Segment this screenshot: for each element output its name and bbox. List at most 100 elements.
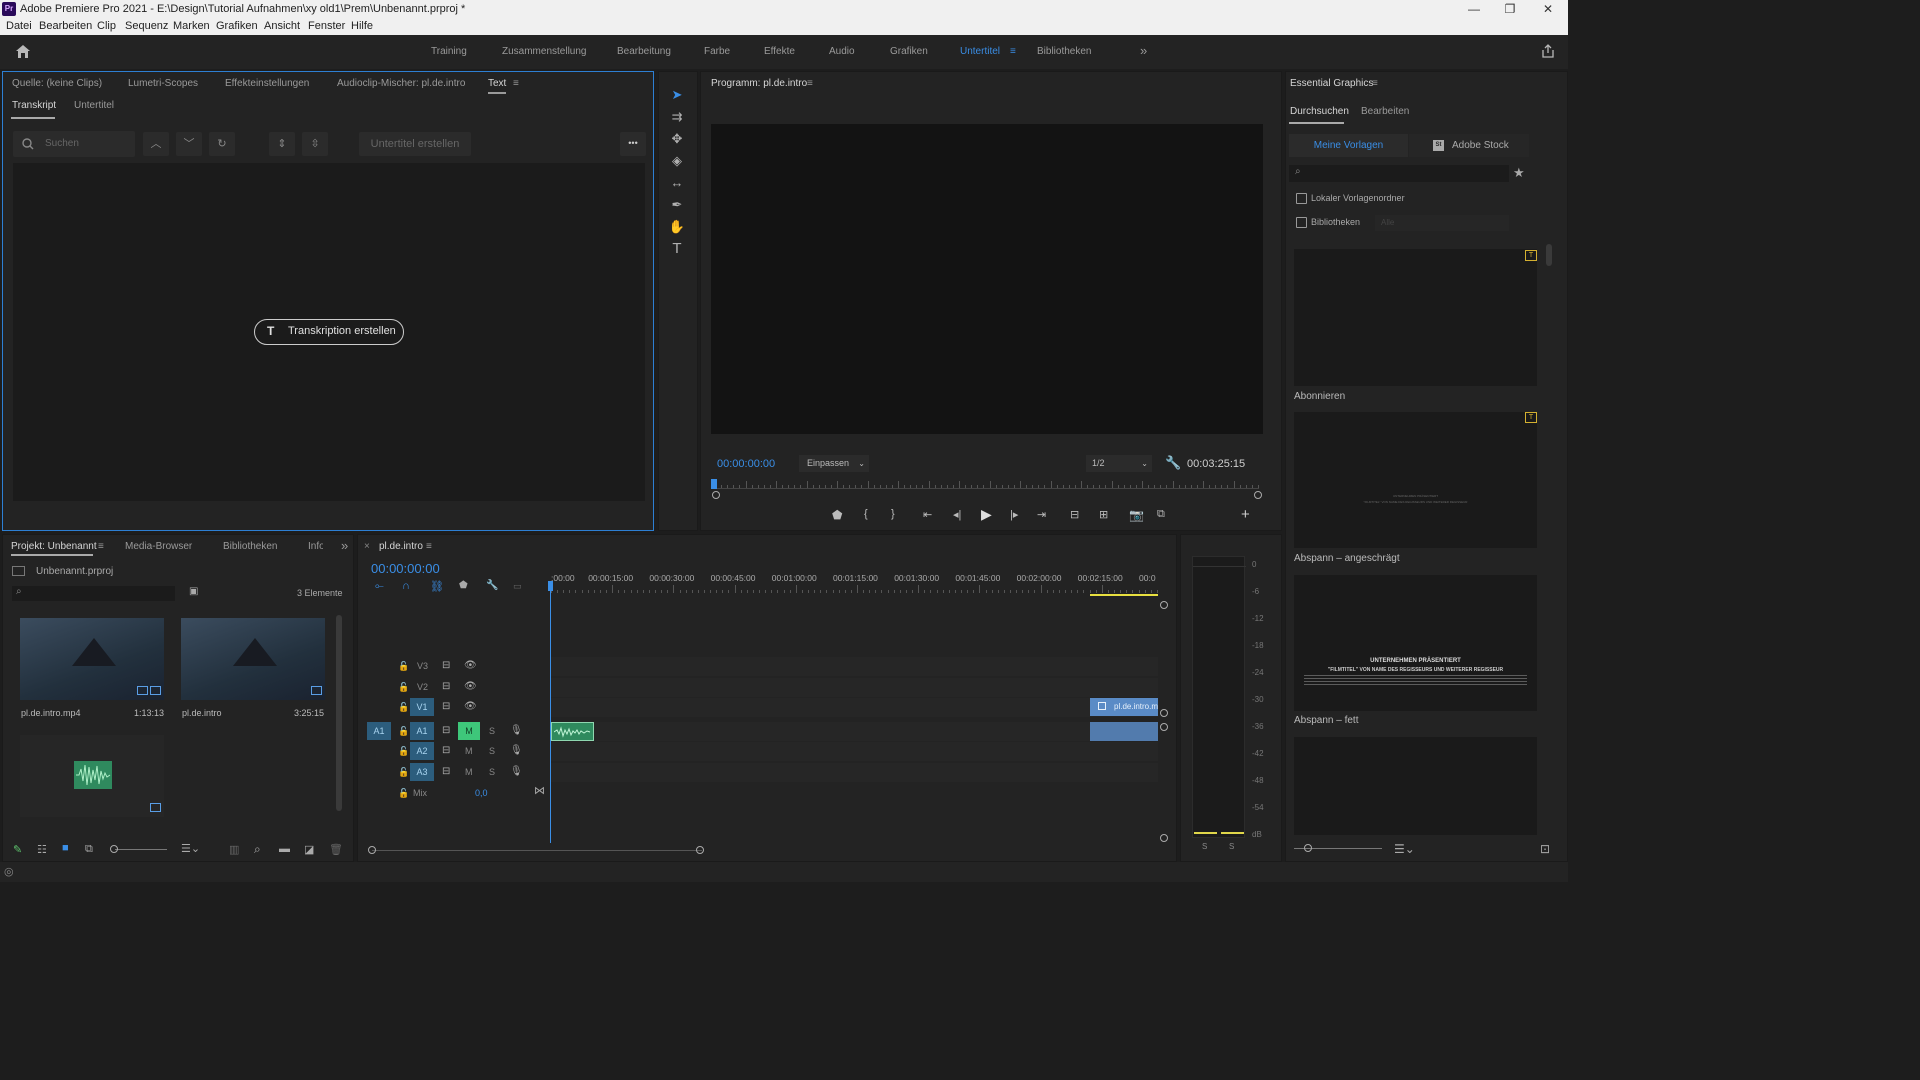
program-menu-icon[interactable]: ≡: [807, 78, 813, 89]
lock-icon[interactable]: 🔓: [398, 788, 409, 799]
search-box[interactable]: Suchen: [13, 131, 135, 157]
menu-grafiken[interactable]: Grafiken: [216, 20, 258, 32]
libraries-select[interactable]: Alle: [1375, 215, 1509, 231]
tab-media-browser[interactable]: Media-Browser: [125, 541, 192, 552]
menu-hilfe[interactable]: Hilfe: [351, 20, 373, 32]
tab-text[interactable]: Text: [488, 78, 507, 94]
subtab-untertitel[interactable]: Untertitel: [74, 100, 114, 111]
audio-clip-a1[interactable]: [551, 722, 594, 741]
wrench-icon[interactable]: 🔧: [1165, 455, 1181, 471]
type-tool-icon[interactable]: T: [667, 239, 687, 259]
tab-lumetri-scopes[interactable]: Lumetri-Scopes: [128, 78, 198, 89]
ripple-edit-tool-icon[interactable]: ✥: [667, 129, 687, 149]
mix-pan-icon[interactable]: ⋈: [534, 784, 545, 797]
source-patch-a1[interactable]: A1: [367, 722, 391, 740]
template-thumb-abspann-fett[interactable]: UNTERNEHMEN PRÄSENTIERT "FILMTITEL" VON …: [1294, 575, 1537, 711]
track-target-a1[interactable]: A1: [410, 722, 434, 740]
find-icon[interactable]: ⌕: [254, 842, 261, 857]
track-row-a3[interactable]: [551, 763, 1158, 782]
next-result-button[interactable]: ﹀: [176, 132, 202, 156]
snap-icon[interactable]: ∩: [402, 580, 410, 592]
local-folder-checkbox[interactable]: [1296, 193, 1307, 204]
sync-lock-icon[interactable]: ⊟: [442, 660, 450, 671]
solo-button-a1[interactable]: S: [489, 726, 495, 736]
automate-sequence-icon[interactable]: ▥: [229, 843, 239, 856]
step-forward-icon[interactable]: |▸: [1010, 508, 1018, 521]
lock-icon[interactable]: 🔓: [398, 661, 409, 672]
timeline-h-scrollbar[interactable]: [372, 850, 702, 851]
close-button[interactable]: ✕: [1530, 1, 1566, 17]
eg-tab-edit[interactable]: Bearbeiten: [1361, 106, 1409, 117]
go-to-out-icon[interactable]: ⇥: [1037, 508, 1046, 521]
playhead-handle[interactable]: [548, 581, 553, 591]
workspace-effekte[interactable]: Effekte: [764, 46, 795, 57]
workspace-bibliotheken[interactable]: Bibliotheken: [1037, 46, 1091, 57]
sort-icon[interactable]: ☰⌄: [181, 842, 200, 855]
template-thumb-abspann-angeschraegt[interactable]: UNTERNEHMEN PRÄSENTIERT "FILMTITEL" VON …: [1294, 412, 1537, 548]
menu-marken[interactable]: Marken: [173, 20, 210, 32]
track-target-a2[interactable]: A2: [410, 742, 434, 760]
track-target-v1[interactable]: V1: [410, 698, 434, 716]
refresh-button[interactable]: ↻: [209, 132, 235, 156]
fit-dropdown[interactable]: Einpassen ⌄: [799, 455, 869, 472]
favorite-star-icon[interactable]: ★: [1513, 165, 1525, 181]
track-row-a2[interactable]: [551, 742, 1158, 761]
lock-icon[interactable]: 🔓: [398, 682, 409, 693]
share-icon[interactable]: [1541, 44, 1555, 58]
eg-tab-browse[interactable]: Durchsuchen: [1290, 106, 1349, 117]
eg-menu-icon[interactable]: ≡: [1372, 78, 1378, 89]
tab-effect-controls[interactable]: Effekteinstellungen: [225, 78, 309, 89]
program-timecode[interactable]: 00:00:00:00: [717, 458, 775, 470]
tab-info[interactable]: Info: [308, 541, 323, 552]
mark-in-icon[interactable]: {: [864, 508, 868, 520]
workspace-training[interactable]: Training: [431, 46, 467, 57]
track-row-v3[interactable]: [551, 657, 1158, 676]
close-sequence-icon[interactable]: ×: [364, 541, 370, 552]
new-bin-from-search-icon[interactable]: ▣: [189, 586, 198, 597]
sync-lock-icon[interactable]: ⊟: [442, 745, 450, 756]
eye-icon[interactable]: 👁: [464, 660, 477, 671]
restore-button[interactable]: ❐: [1492, 1, 1528, 17]
zoom-slider[interactable]: [115, 849, 167, 850]
add-marker-icon[interactable]: ⬟: [832, 508, 842, 522]
project-menu-icon[interactable]: ≡: [98, 541, 104, 552]
track-target-a3[interactable]: A3: [410, 763, 434, 781]
voice-over-mic-icon[interactable]: 🎙: [510, 745, 523, 756]
tab-source[interactable]: Quelle: (keine Clips): [12, 78, 102, 89]
sequence-tab[interactable]: pl.de.intro: [379, 541, 423, 552]
project-scrollbar[interactable]: [336, 615, 342, 811]
workspace-untertitel[interactable]: Untertitel: [960, 46, 1000, 57]
new-item-icon[interactable]: ⊡: [1540, 842, 1550, 856]
template-thumb-4[interactable]: [1294, 737, 1537, 835]
clip-thumbnail-mp4[interactable]: [20, 618, 164, 700]
video-clip-v1[interactable]: pl.de.intro.m: [1090, 698, 1158, 716]
solo-left-button[interactable]: S: [1202, 842, 1207, 851]
pencil-icon[interactable]: ✎: [13, 843, 22, 856]
sort-icon[interactable]: ☰⌄: [1394, 842, 1415, 856]
solo-right-button[interactable]: S: [1229, 842, 1234, 851]
essential-graphics-title[interactable]: Essential Graphics: [1290, 78, 1373, 89]
menu-ansicht[interactable]: Ansicht: [264, 20, 300, 32]
home-icon[interactable]: [15, 44, 31, 59]
menu-datei[interactable]: Datei: [6, 20, 32, 32]
project-search-input[interactable]: ⌕: [12, 586, 175, 601]
work-area-bar[interactable]: [1090, 594, 1158, 596]
eg-search-input[interactable]: ⌕: [1289, 165, 1509, 182]
v-zoom-handle-mid[interactable]: [1160, 709, 1168, 717]
timeline-menu-icon[interactable]: ≡: [426, 541, 432, 552]
program-ruler[interactable]: [715, 480, 1259, 490]
panels-more-icon[interactable]: »: [341, 538, 348, 553]
step-back-icon[interactable]: ◂|: [953, 508, 961, 521]
subtab-transkript[interactable]: Transkript: [12, 100, 56, 111]
list-view-icon[interactable]: ☷: [37, 843, 47, 856]
sync-lock-icon[interactable]: ⊟: [442, 725, 450, 736]
tab-project[interactable]: Projekt: Unbenannt: [11, 541, 97, 552]
eye-icon[interactable]: 👁: [464, 681, 477, 692]
panel-menu-icon[interactable]: ≡: [513, 78, 519, 89]
program-playhead[interactable]: [711, 479, 717, 489]
merge-segment-button[interactable]: ⇳: [302, 132, 328, 156]
timeline-settings-wrench-icon[interactable]: 🔧: [486, 580, 498, 591]
timeline-timecode[interactable]: 00:00:00:00: [371, 561, 440, 576]
my-templates-button[interactable]: Meine Vorlagen: [1289, 134, 1408, 157]
track-row-v1[interactable]: [551, 698, 1158, 717]
